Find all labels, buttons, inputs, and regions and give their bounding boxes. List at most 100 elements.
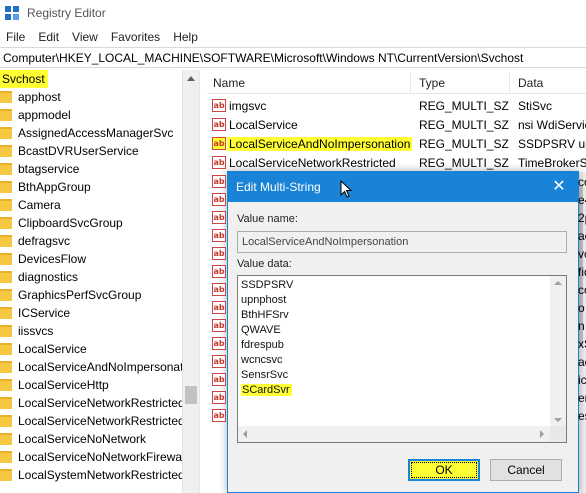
string-value-icon: ab	[212, 156, 226, 169]
values-header: Name Type Data	[207, 72, 586, 94]
value-name-field[interactable]: LocalServiceAndNoImpersonation	[237, 231, 567, 253]
value-name: imgsvc	[229, 99, 267, 113]
tree-item[interactable]: Camera	[0, 196, 182, 214]
tree-item[interactable]: ClipboardSvcGroup	[0, 214, 182, 232]
value-data-textarea[interactable]: SSDPSRV upnphost BthHFSrv QWAVE fdrespub wcnc…	[237, 275, 567, 443]
string-value-icon: ab	[212, 229, 226, 242]
tree-item[interactable]: DevicesFlow	[0, 250, 182, 268]
value-data-line: QWAVE	[241, 324, 281, 336]
value-row[interactable]: ab LocalServiceAndNoImpersonation REG_MULT…	[207, 134, 586, 153]
tree-item-selected[interactable]: Svchost	[0, 70, 48, 88]
tree-item[interactable]: LocalServiceNoNetworkFirewal	[0, 448, 185, 466]
value-data: nsi WdiServic	[518, 118, 586, 132]
value-row[interactable]: ab imgsvc REG_MULTI_SZ StiSvc	[207, 96, 586, 115]
menu-file[interactable]: File	[0, 30, 32, 44]
tree-item-label: appmodel	[18, 108, 71, 122]
menu-bar: File Edit View Favorites Help	[0, 27, 586, 47]
tree-item[interactable]: LocalServiceHttp	[0, 376, 182, 394]
textarea-hscroll[interactable]	[238, 426, 550, 442]
scroll-up-icon[interactable]	[554, 281, 562, 285]
tree-item[interactable]: BthAppGroup	[0, 178, 182, 196]
tree-item[interactable]: btagservice	[0, 160, 182, 178]
tree-item[interactable]: ICService	[0, 304, 182, 322]
string-value-icon: ab	[212, 391, 226, 404]
tree-item[interactable]: AssignedAccessManagerSvc	[0, 124, 182, 142]
address-bar[interactable]: Computer\HKEY_LOCAL_MACHINE\SOFTWARE\Mic…	[0, 47, 586, 68]
dialog-title-bar[interactable]: Edit Multi-String ✕	[228, 172, 578, 202]
tree-item[interactable]: LocalServiceNetworkRestrictedI	[0, 412, 188, 430]
tree-item-label: LocalSystemNetworkRestricted	[18, 468, 185, 482]
folder-icon	[0, 307, 12, 319]
value-type: REG_MULTI_SZ	[419, 137, 509, 151]
column-name[interactable]: Name	[213, 76, 245, 90]
ok-button[interactable]: OK	[408, 459, 480, 481]
value-type: REG_MULTI_SZ	[419, 156, 509, 170]
string-value-icon: ab	[212, 99, 226, 112]
tree-item[interactable]: GraphicsPerfSvcGroup	[0, 286, 182, 304]
value-row[interactable]: ab LocalServiceNetworkRestricted REG_MULTI…	[207, 153, 586, 172]
folder-icon	[0, 361, 12, 373]
tree-item[interactable]: appmodel	[0, 106, 182, 124]
tree-item[interactable]: apphost	[0, 88, 182, 106]
tree-item-label: AssignedAccessManagerSvc	[18, 126, 174, 140]
column-divider[interactable]	[509, 72, 510, 94]
value-data-label: Value data:	[237, 258, 292, 270]
folder-icon	[0, 253, 12, 265]
tree-item[interactable]: LocalSystemNetworkRestricted	[0, 466, 185, 484]
scroll-up-icon[interactable]	[187, 76, 195, 81]
column-type[interactable]: Type	[419, 76, 445, 90]
folder-icon	[0, 199, 12, 211]
column-data[interactable]: Data	[518, 76, 543, 90]
tree-item[interactable]: iissvcs	[0, 322, 182, 340]
folder-icon	[0, 289, 12, 301]
tree-item[interactable]: BcastDVRUserService	[0, 142, 182, 160]
menu-edit[interactable]: Edit	[32, 30, 66, 44]
pane-splitter[interactable]	[199, 70, 207, 493]
tree-item-label: btagservice	[18, 162, 80, 176]
value-data-partial: ic	[578, 373, 586, 387]
cancel-button[interactable]: Cancel	[490, 459, 562, 481]
scroll-right-icon[interactable]	[540, 430, 544, 438]
value-data: StiSvc	[518, 99, 553, 113]
string-value-icon: ab	[212, 355, 226, 368]
folder-icon	[0, 127, 12, 139]
folder-icon	[0, 91, 12, 103]
folder-icon	[0, 217, 12, 229]
folder-icon	[0, 433, 12, 445]
tree-scrollbar[interactable]	[182, 70, 199, 493]
close-icon[interactable]: ✕	[552, 178, 566, 194]
menu-help[interactable]: Help	[167, 30, 205, 44]
column-divider[interactable]	[410, 72, 411, 94]
menu-favorites[interactable]: Favorites	[105, 30, 167, 44]
folder-icon	[0, 451, 12, 463]
value-type: REG_MULTI_SZ	[419, 118, 509, 132]
folder-icon	[0, 343, 12, 355]
tree-item[interactable]: defragsvc	[0, 232, 182, 250]
scroll-left-icon[interactable]	[243, 430, 247, 438]
tree-item[interactable]: LocalServiceAndNoImpersonat	[0, 358, 183, 376]
tree-item[interactable]: LocalService	[0, 340, 182, 358]
scroll-thumb[interactable]	[185, 386, 197, 404]
mouse-cursor-icon	[340, 180, 352, 198]
key-tree: apphost appmodel AssignedAccessManagerSvc B…	[0, 70, 199, 493]
value-data-partial: xS	[578, 337, 586, 351]
value-row[interactable]: ab LocalService REG_MULTI_SZ nsi WdiServic	[207, 115, 586, 134]
tree-item[interactable]: LocalServiceNoNetwork	[0, 430, 182, 448]
tree-item-label: LocalServiceNoNetwork	[18, 432, 147, 446]
folder-icon	[0, 235, 12, 247]
scroll-down-icon[interactable]	[554, 418, 562, 422]
folder-icon	[0, 325, 12, 337]
value-data-partial: co	[578, 175, 586, 189]
value-data-line: wcncsvc	[241, 354, 283, 366]
tree-item[interactable]: diagnostics	[0, 268, 182, 286]
menu-view[interactable]: View	[66, 30, 105, 44]
tree-item-label: LocalService	[18, 342, 87, 356]
tree-item[interactable]: LocalServiceNetworkRestricted	[0, 394, 185, 412]
value-data-partial: vc	[578, 247, 586, 261]
value-data-partial: ac	[578, 229, 586, 243]
folder-icon	[0, 397, 12, 409]
textarea-vscroll[interactable]	[550, 276, 566, 428]
value-data-partial: n	[578, 319, 585, 333]
string-value-icon: ab	[212, 247, 226, 260]
string-value-icon: ab	[212, 373, 226, 386]
